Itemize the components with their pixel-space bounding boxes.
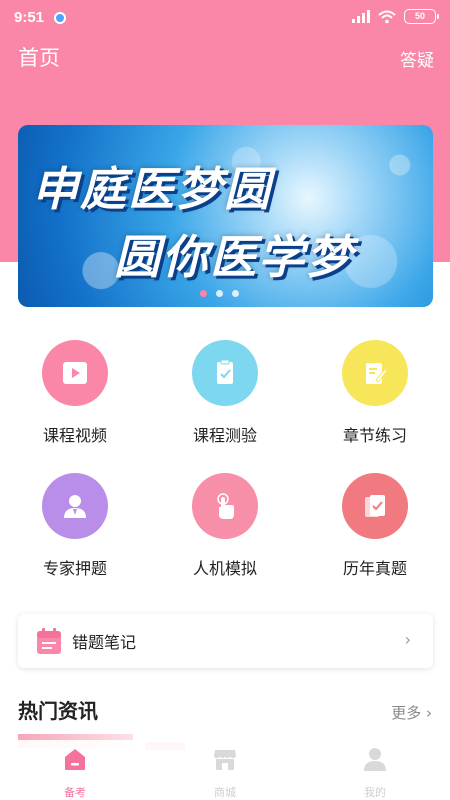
- calendar-icon: [37, 628, 61, 654]
- grid-label: 专家押题: [42, 559, 107, 578]
- banner-headline-1: 申庭医梦圆: [32, 162, 272, 216]
- edit-note-icon: [342, 340, 408, 406]
- page-title: 首页: [18, 46, 60, 70]
- chevron-right-icon: ›: [426, 704, 432, 722]
- pagination-dot[interactable]: [216, 290, 223, 297]
- more-link[interactable]: 更多 ›: [391, 702, 432, 723]
- tab-profile[interactable]: 我的: [335, 746, 415, 800]
- wifi-icon: [378, 10, 396, 23]
- pagination-dot[interactable]: [232, 290, 239, 297]
- location-indicator-icon: [54, 12, 66, 24]
- grid-item-course-video[interactable]: 课程视频: [15, 340, 135, 446]
- promo-banner[interactable]: 申庭医梦圆 圆你医学梦: [18, 125, 433, 307]
- tab-label: 备考: [64, 786, 86, 799]
- grid-label: 历年真题: [342, 559, 407, 578]
- quiz-check-icon: [192, 340, 258, 406]
- grid-label: 课程测验: [192, 426, 257, 445]
- grid-item-expert-predictions[interactable]: 专家押题: [15, 473, 135, 579]
- grid-label: 章节练习: [342, 426, 407, 445]
- status-indicators: 50: [352, 9, 439, 24]
- bottom-tab-bar: 备考 商城 我的: [0, 740, 450, 800]
- signal-icon: [352, 10, 370, 23]
- notes-label: 错题笔记: [72, 633, 137, 652]
- exam-paper-icon: [342, 473, 408, 539]
- status-time: 9:51: [14, 9, 45, 26]
- battery-level: 50: [414, 11, 425, 21]
- tab-shop[interactable]: 商城: [185, 746, 265, 800]
- banner-pagination: [200, 290, 239, 297]
- user-icon: [364, 748, 386, 771]
- chevron-right-icon: ›: [404, 630, 411, 649]
- grid-item-course-quiz[interactable]: 课程测验: [165, 340, 285, 446]
- status-bar: 9:51 50: [0, 0, 450, 36]
- pagination-dot-active[interactable]: [200, 290, 207, 297]
- play-icon: [42, 340, 108, 406]
- wrong-answer-notes-card[interactable]: 错题笔记 ›: [18, 614, 433, 668]
- banner-headline-2: 圆你医学梦: [114, 230, 354, 284]
- tab-prep[interactable]: 备考: [35, 746, 115, 800]
- more-label: 更多: [391, 704, 422, 722]
- battery-icon: 50: [404, 9, 439, 24]
- shop-icon: [214, 750, 236, 770]
- home-icon: [65, 749, 85, 770]
- tab-label: 我的: [364, 786, 386, 799]
- qa-button[interactable]: 答疑: [400, 46, 434, 71]
- grid-label: 人机模拟: [192, 559, 257, 578]
- grid-item-simulation[interactable]: 人机模拟: [165, 473, 285, 579]
- hot-news-title: 热门资讯: [18, 699, 98, 723]
- tab-label: 商城: [214, 786, 236, 799]
- touch-hand-icon: [192, 473, 258, 539]
- grid-label: 课程视频: [42, 426, 107, 445]
- expert-person-icon: [42, 473, 108, 539]
- grid-item-chapter-practice[interactable]: 章节练习: [315, 340, 435, 446]
- grid-item-past-exams[interactable]: 历年真题: [315, 473, 435, 579]
